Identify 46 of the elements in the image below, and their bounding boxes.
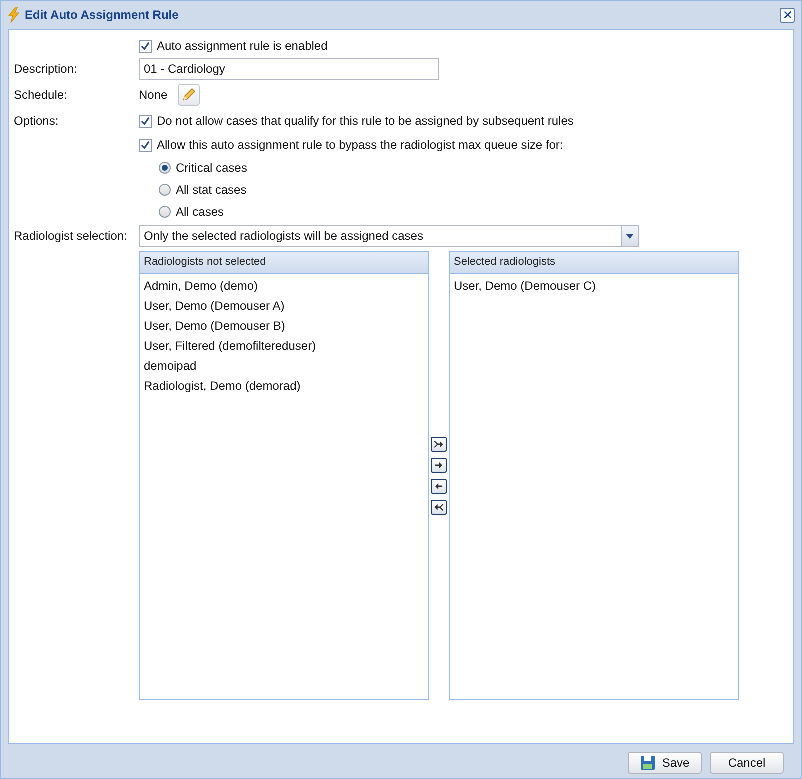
chevron-down-icon bbox=[626, 234, 634, 238]
list-item[interactable]: Radiologist, Demo (demorad) bbox=[140, 376, 428, 396]
pencil-icon bbox=[181, 88, 196, 102]
move-all-button[interactable] bbox=[431, 500, 447, 514]
list-item[interactable]: User, Demo (Demouser B) bbox=[140, 316, 428, 336]
arrow-right-icon bbox=[433, 438, 445, 450]
radio-button[interactable] bbox=[159, 162, 171, 174]
move-button[interactable] bbox=[431, 458, 447, 472]
selection-dropdown[interactable]: Only the selected radiologists will be assigned cases bbox=[139, 225, 639, 247]
checkbox-label: Do not allow cases that qualify for this rule to be assigned by subsequent rules bbox=[157, 113, 574, 130]
move-button[interactable] bbox=[431, 478, 447, 494]
cancel-button[interactable]: Cancel bbox=[710, 752, 784, 774]
checkbox[interactable] bbox=[139, 138, 152, 152]
field-label: Options: bbox=[14, 113, 60, 130]
close-button[interactable] bbox=[780, 8, 795, 22]
radio-label: Critical cases bbox=[176, 160, 248, 177]
field-label: Radiologist selection: bbox=[14, 228, 128, 245]
field-label: Description: bbox=[14, 61, 78, 78]
move-all-button[interactable] bbox=[431, 436, 447, 452]
list-item[interactable]: User, Demo (Demouser A) bbox=[140, 296, 428, 316]
schedule-value: None bbox=[139, 87, 168, 104]
arrow-right-icon bbox=[433, 460, 445, 470]
description-field[interactable]: 01 - Cardiology bbox=[139, 58, 439, 80]
arrow-left-icon bbox=[433, 502, 445, 512]
checkbox[interactable] bbox=[139, 40, 152, 52]
list-item[interactable]: User, Filtered (demofiltereduser) bbox=[140, 336, 428, 356]
lightning-icon bbox=[7, 7, 21, 23]
checkbox-label: Auto assignment rule is enabled bbox=[157, 38, 328, 55]
radio-label: All stat cases bbox=[176, 182, 247, 199]
list-item[interactable]: Admin, Demo (demo) bbox=[140, 276, 428, 296]
radio-label: All cases bbox=[176, 204, 224, 221]
dropdown-button[interactable] bbox=[621, 226, 638, 246]
list-header: Radiologists not selected bbox=[140, 252, 428, 274]
save-button[interactable]: Save bbox=[628, 752, 702, 774]
list-header: Selected radiologists bbox=[450, 252, 738, 274]
field-label: Schedule: bbox=[14, 87, 68, 104]
radio-button[interactable] bbox=[159, 184, 171, 196]
list-item[interactable]: demoipad bbox=[140, 356, 428, 376]
checkbox-label: Allow this auto assignment rule to bypass the radiologist max queue size for: bbox=[157, 137, 564, 154]
checkbox[interactable] bbox=[139, 114, 152, 128]
edit-button[interactable] bbox=[178, 84, 200, 106]
arrow-left-icon bbox=[433, 480, 445, 492]
radio-button[interactable] bbox=[159, 206, 171, 218]
window-title: Edit Auto Assignment Rule bbox=[25, 7, 180, 24]
close-icon bbox=[784, 11, 792, 19]
list-item[interactable]: User, Demo (Demouser C) bbox=[450, 276, 738, 296]
